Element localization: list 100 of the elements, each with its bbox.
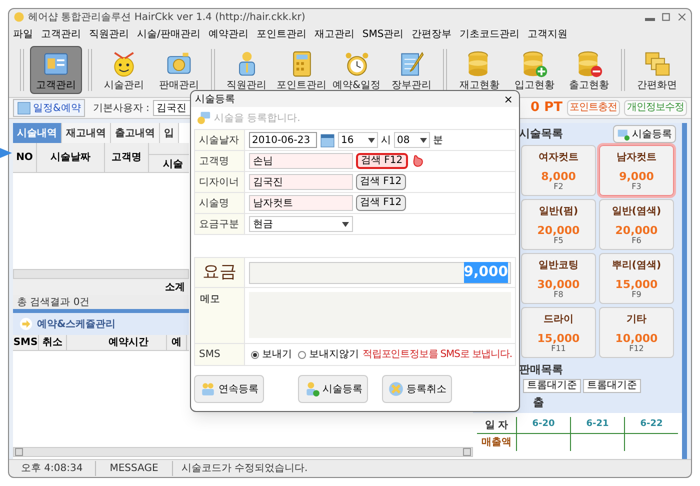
arrow-icon bbox=[0, 146, 12, 160]
service-tile[interactable]: 일반코팅 30,000 F8 bbox=[521, 253, 596, 304]
service-tile[interactable]: 드라이 15,000 F11 bbox=[521, 307, 596, 358]
column-header: 취소 bbox=[39, 335, 67, 350]
column-header: 고객명 bbox=[105, 143, 149, 172]
add-service-button[interactable]: 시술등록 bbox=[613, 125, 676, 143]
points-value: 0 PT bbox=[530, 99, 562, 118]
section-title: 출 bbox=[533, 394, 544, 411]
menu-item[interactable]: 예약관리 bbox=[208, 26, 248, 42]
service-tile[interactable]: 일반(펌) 20,000 F5 bbox=[521, 199, 596, 250]
menu-item[interactable]: 시술/판매관리 bbox=[137, 26, 200, 42]
text-field[interactable]: 김국진 bbox=[249, 174, 353, 190]
menu-item[interactable]: 기초코드관리 bbox=[460, 26, 520, 42]
window-title: 헤어샵 통합관리솔루션 HairCkk ver 1.4 (http://hair.ckk.kr) bbox=[28, 10, 306, 24]
field-label: 시술날자 bbox=[195, 130, 245, 150]
memo-label: 메모 bbox=[195, 288, 245, 343]
small-button[interactable]: 포인트충전 bbox=[566, 100, 620, 116]
close-button[interactable]: × bbox=[502, 94, 515, 104]
fee-label: 요금 bbox=[195, 258, 245, 287]
close-icon bbox=[677, 12, 687, 22]
menu-item[interactable]: 고객관리 bbox=[41, 26, 81, 42]
calendar-icon bbox=[17, 101, 31, 115]
row-label: 매출액 bbox=[477, 434, 517, 451]
sms-radio[interactable]: 보내기 bbox=[251, 347, 292, 362]
toolbar-button[interactable]: 고객관리 bbox=[30, 46, 82, 94]
status-time: 오후 4:08:34 bbox=[9, 461, 96, 476]
text-field[interactable]: 남자컷트 bbox=[249, 195, 353, 211]
cancel-icon bbox=[388, 381, 404, 397]
column-header: SMS bbox=[13, 335, 39, 350]
sms-radio[interactable]: 보내지않기 bbox=[298, 347, 359, 362]
service-tile[interactable]: 남자컷트 9,000 F3 bbox=[599, 145, 674, 196]
dialog-button[interactable]: 등록취소 bbox=[382, 375, 452, 403]
menu-item[interactable]: 파일 bbox=[13, 26, 33, 42]
menu-item[interactable]: 고객지원 bbox=[528, 26, 568, 42]
search-button[interactable]: 검색 F12 bbox=[356, 195, 406, 211]
service-tile[interactable]: 뿌리(염색) 15,000 F9 bbox=[599, 253, 674, 304]
history-tab[interactable]: 재고내역 bbox=[62, 123, 111, 143]
sales-tab[interactable]: 트롬대기준 bbox=[523, 379, 581, 393]
toolbar-button[interactable]: 시술관리 bbox=[98, 46, 150, 94]
service-tile[interactable]: 일반(염색) 20,000 F6 bbox=[599, 199, 674, 250]
minute-unit: 분 bbox=[433, 134, 443, 148]
field-label: 고객명 bbox=[195, 151, 245, 171]
maximize-icon bbox=[661, 12, 671, 22]
horizontal-scrollbar[interactable] bbox=[13, 269, 189, 279]
people-icon bbox=[200, 381, 216, 397]
row-label: 일 자 bbox=[477, 417, 517, 433]
dialog-button[interactable]: 연속등록 bbox=[194, 375, 264, 403]
sms-label: SMS bbox=[195, 344, 245, 365]
toolbar-button[interactable]: 입고현황 bbox=[508, 46, 560, 94]
menu-item[interactable]: SMS관리 bbox=[362, 26, 404, 42]
history-tab[interactable]: 출고내역 bbox=[111, 123, 160, 143]
menu-item[interactable]: 포인트관리 bbox=[256, 26, 306, 42]
hour-unit: 시 bbox=[381, 134, 391, 148]
search-result-count: 총 검색결과 0건 bbox=[17, 296, 90, 310]
section-title: 판매목록 bbox=[519, 362, 563, 378]
dialog-heading: 시술을 등록합니다. bbox=[214, 112, 300, 126]
text-field[interactable]: 손님 bbox=[249, 153, 353, 169]
field-label: 시술명 bbox=[195, 193, 245, 213]
schedule-button[interactable]: 일정&예약 bbox=[13, 99, 85, 117]
app-logo-icon bbox=[13, 11, 25, 23]
date-header: 6-22 bbox=[639, 418, 664, 432]
small-button[interactable]: 개인정보수정 bbox=[624, 100, 687, 116]
arrow-badge-icon bbox=[19, 317, 33, 331]
dialog-button[interactable]: 시술등록 bbox=[298, 375, 368, 403]
history-tab[interactable]: 입 bbox=[160, 123, 179, 143]
horizontal-scrollbar[interactable] bbox=[13, 447, 473, 457]
user-label: 기본사용자 : bbox=[92, 102, 150, 116]
field-label: 디자이너 bbox=[195, 172, 245, 192]
toolbar-button[interactable]: 간편화면 bbox=[631, 46, 684, 94]
service-tile[interactable]: 기타 10,000 F12 bbox=[599, 307, 674, 358]
minimize-icon bbox=[645, 18, 655, 21]
subtotal-label: 소계 bbox=[165, 280, 185, 294]
caret-icon bbox=[342, 222, 349, 226]
sms-note: 적립포인트정보를 SMS로 보냅니다. bbox=[362, 348, 513, 362]
menu-item[interactable]: 간편장부 bbox=[412, 26, 452, 42]
search-button[interactable]: 검색 F12 bbox=[356, 174, 406, 190]
toolbar-button[interactable]: 출고현황 bbox=[563, 46, 616, 94]
search-button[interactable]: 검색 F12 bbox=[356, 153, 408, 169]
windows-icon bbox=[643, 50, 672, 78]
caret-icon bbox=[368, 138, 375, 142]
payment-select[interactable]: 현금 bbox=[249, 216, 353, 232]
minute-select[interactable]: 08 bbox=[394, 132, 430, 148]
menu-item[interactable]: 직원관리 bbox=[89, 26, 129, 42]
column-header: 시술날짜 bbox=[37, 143, 105, 172]
toolbar-button[interactable]: 판매관리 bbox=[152, 46, 205, 94]
date-field[interactable]: 2010-06-23 bbox=[249, 132, 317, 148]
column-header: 예약시간 bbox=[91, 335, 167, 350]
menu-item[interactable]: 재고관리 bbox=[314, 26, 354, 42]
field-label: 요금구분 bbox=[195, 214, 245, 234]
column-header: 시술 bbox=[162, 158, 184, 172]
date-header: 6-21 bbox=[571, 417, 625, 433]
calendar-icon bbox=[320, 132, 335, 148]
service-tile[interactable]: 여자컷트 8,000 F2 bbox=[521, 145, 596, 196]
toolbar-button[interactable]: 직원관리 bbox=[220, 46, 273, 94]
sales-tab[interactable]: 트롬대기준 bbox=[583, 379, 641, 393]
status-message: 시술코드가 수정되었습니다. bbox=[180, 462, 309, 476]
hour-select[interactable]: 16 bbox=[338, 132, 378, 148]
status-type: MESSAGE bbox=[96, 461, 174, 476]
date-header: 6-20 bbox=[517, 417, 571, 433]
column-header: 예 bbox=[167, 335, 187, 350]
